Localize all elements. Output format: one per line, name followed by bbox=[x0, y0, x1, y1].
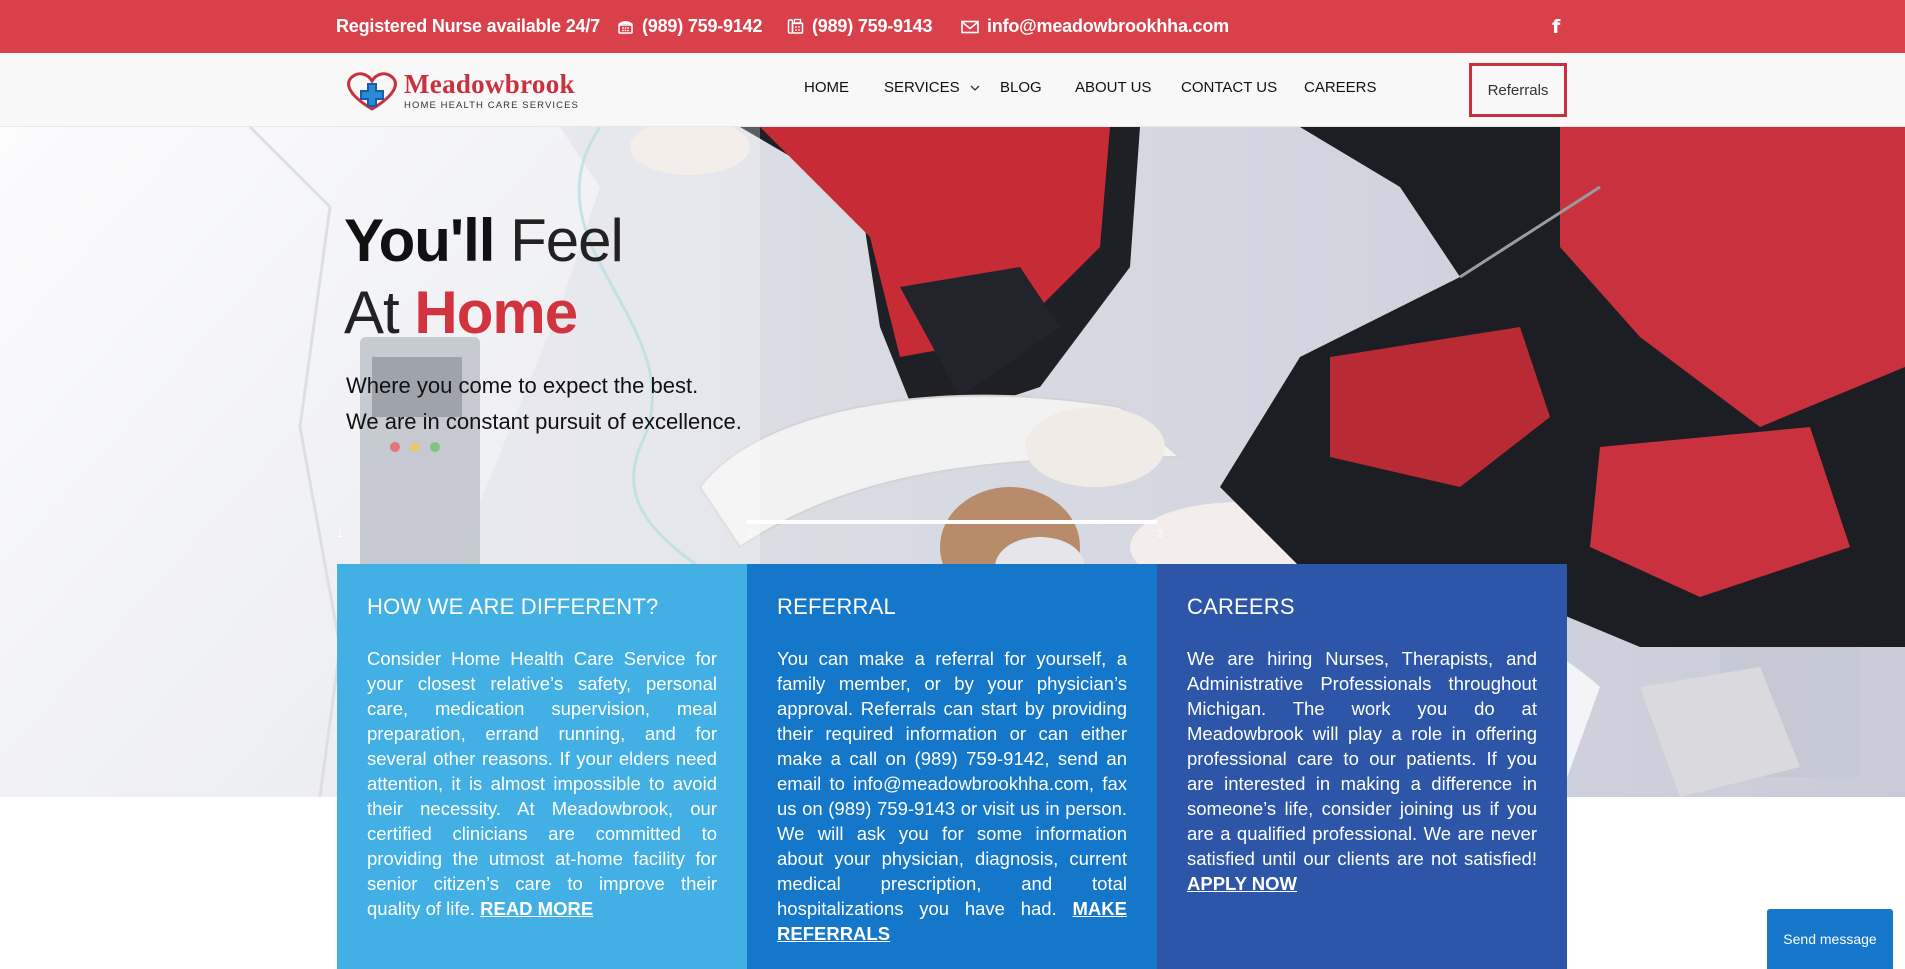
card-careers-text: We are hiring Nurses, Therapists, and Ad… bbox=[1187, 648, 1537, 869]
card-different: HOW WE ARE DIFFERENT? Consider Home Heal… bbox=[337, 564, 747, 969]
nav-home[interactable]: HOME bbox=[804, 79, 849, 96]
slider-progress-active bbox=[747, 520, 1157, 524]
hero-heading-light: Feel bbox=[510, 207, 624, 274]
card-different-title: HOW WE ARE DIFFERENT? bbox=[367, 594, 659, 619]
card-careers: CAREERS We are hiring Nurses, Therapists… bbox=[1157, 564, 1567, 969]
hero-heading-bold: You'll bbox=[344, 207, 495, 274]
top-contact-bar: Registered Nurse available 24/7 (989) 75… bbox=[0, 0, 1905, 53]
card-different-text: Consider Home Health Care Service for yo… bbox=[367, 648, 717, 919]
hero-subheading-line-2: We are in constant pursuit of excellence… bbox=[346, 409, 742, 434]
card-referral: REFERRAL You can make a referral for you… bbox=[747, 564, 1157, 969]
fax-text: (989) 759-9143 bbox=[812, 16, 933, 36]
hero-heading-light-2: At bbox=[344, 279, 400, 346]
card-careers-title: CAREERS bbox=[1187, 594, 1295, 619]
envelope-icon bbox=[961, 18, 979, 36]
site-header: Meadowbrook HOME HEALTH CARE SERVICES HO… bbox=[0, 53, 1905, 127]
heart-cross-icon bbox=[347, 72, 397, 111]
chevron-down-icon bbox=[970, 85, 980, 91]
fax-icon bbox=[786, 18, 804, 36]
nav-careers[interactable]: CAREERS bbox=[1304, 79, 1377, 96]
email-link[interactable]: info@meadowbrookhha.com bbox=[961, 0, 1229, 53]
nav-contact[interactable]: CONTACT US bbox=[1181, 79, 1277, 96]
slide-1-button[interactable]: 1 bbox=[337, 528, 343, 540]
send-message-button[interactable]: Send message bbox=[1767, 909, 1893, 969]
phone-text: (989) 759-9142 bbox=[642, 16, 763, 36]
nav-services-label: SERVICES bbox=[884, 79, 960, 96]
hero-subheading-line-1: Where you come to expect the best. bbox=[346, 373, 699, 398]
phone-link[interactable]: (989) 759-9142 bbox=[616, 0, 762, 53]
card-referral-title: REFERRAL bbox=[777, 594, 896, 619]
card-careers-body: We are hiring Nurses, Therapists, and Ad… bbox=[1187, 646, 1537, 896]
referrals-button[interactable]: Referrals bbox=[1469, 63, 1567, 117]
site-logo[interactable]: Meadowbrook HOME HEALTH CARE SERVICES bbox=[344, 69, 579, 112]
nav-blog[interactable]: BLOG bbox=[1000, 79, 1042, 96]
facebook-icon[interactable]: f bbox=[1552, 0, 1560, 53]
apply-now-link[interactable]: APPLY NOW bbox=[1187, 873, 1297, 894]
hero-heading: You'll Feel At Home bbox=[344, 205, 624, 349]
nurse-availability-text: Registered Nurse available 24/7 bbox=[336, 16, 600, 36]
slide-3-button[interactable]: 3 bbox=[1157, 528, 1163, 540]
card-different-body: Consider Home Health Care Service for yo… bbox=[367, 646, 717, 921]
nav-services[interactable]: SERVICES bbox=[884, 79, 980, 96]
logo-wordmark: Meadowbrook bbox=[404, 69, 575, 99]
logo-tagline: HOME HEALTH CARE SERVICES bbox=[404, 100, 579, 111]
email-text: info@meadowbrookhha.com bbox=[987, 16, 1229, 36]
nav-about[interactable]: ABOUT US bbox=[1075, 79, 1151, 96]
card-referral-body: You can make a referral for yourself, a … bbox=[777, 646, 1127, 946]
hero-heading-highlight: Home bbox=[414, 279, 578, 346]
phone-icon bbox=[616, 18, 634, 36]
read-more-link[interactable]: READ MORE bbox=[480, 898, 593, 919]
hero-subheading: Where you come to expect the best. We ar… bbox=[346, 368, 742, 440]
nurse-availability: Registered Nurse available 24/7 bbox=[336, 0, 600, 53]
slide-2-button[interactable]: 2 bbox=[747, 528, 753, 540]
card-referral-text: You can make a referral for yourself, a … bbox=[777, 648, 1127, 919]
fax-link[interactable]: (989) 759-9143 bbox=[786, 0, 932, 53]
